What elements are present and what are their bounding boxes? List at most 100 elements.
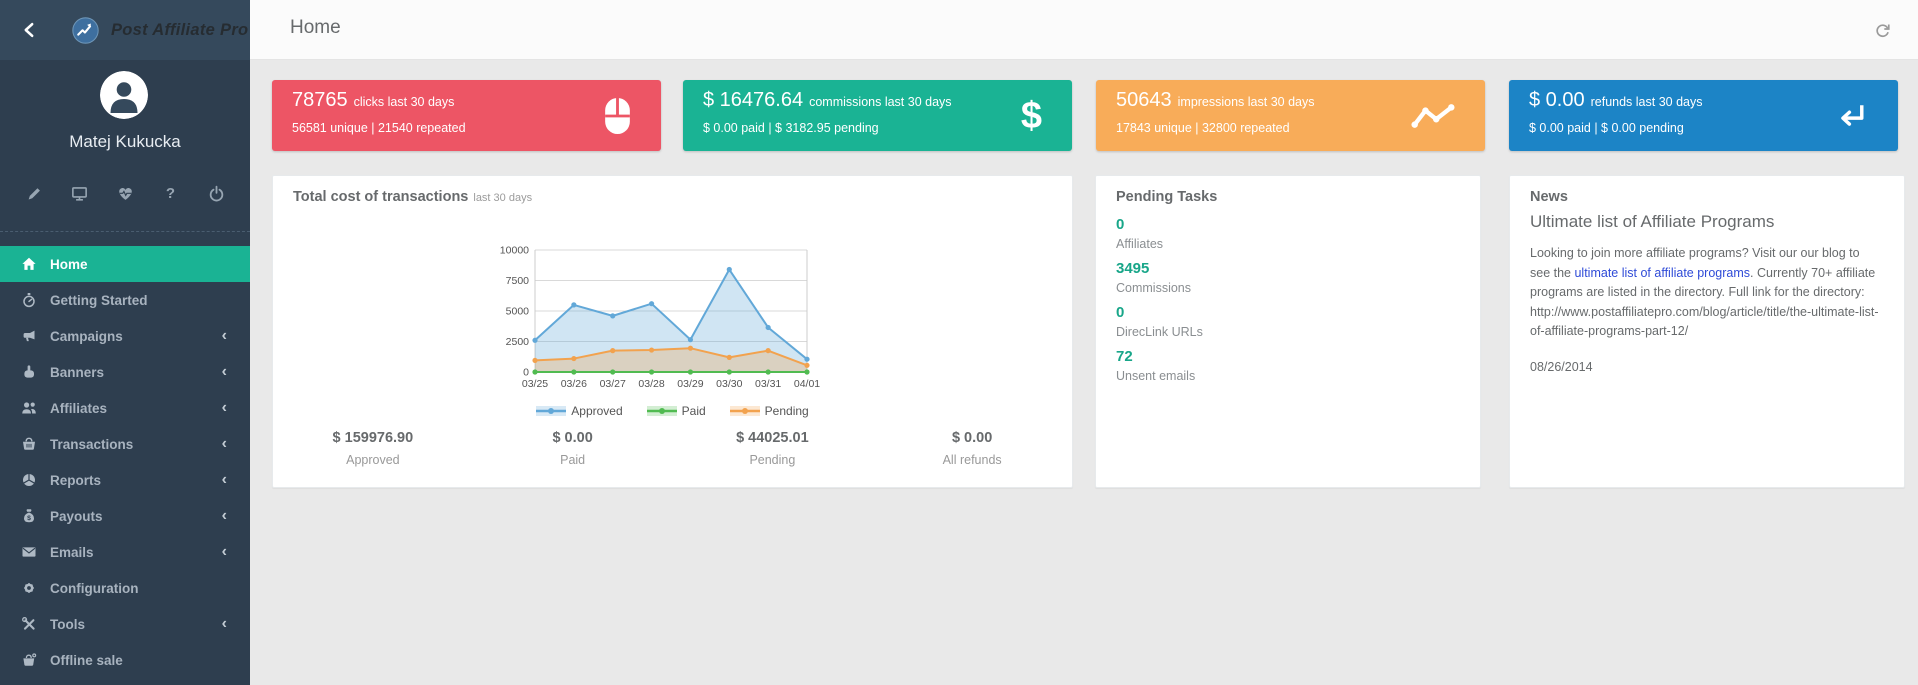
task-value-commissions[interactable]: 3495 <box>1116 260 1203 277</box>
legend-label: Pending <box>765 404 809 418</box>
summary-paid: $ 0.00 Paid <box>473 430 673 467</box>
refresh-button[interactable] <box>1872 20 1892 40</box>
svg-text:03/30: 03/30 <box>716 378 742 390</box>
task-value-direclink-urls[interactable]: 0 <box>1116 304 1203 321</box>
task-value-unsent-emails[interactable]: 72 <box>1116 348 1203 365</box>
desktop-button[interactable] <box>70 183 90 203</box>
panel-title: Total cost of transactionslast 30 days <box>293 189 532 205</box>
user-toolbar: ? <box>0 183 250 203</box>
task-label: Commissions <box>1116 281 1203 295</box>
card-value-line: $ 0.00refunds last 30 days <box>1529 89 1702 112</box>
sidebar-item-label: Emails <box>50 545 94 560</box>
transactions-summary: $ 159976.90 Approved $ 0.00 Paid $ 44025… <box>273 430 1072 467</box>
pencil-icon <box>26 185 43 202</box>
brand-name: Post Affiliate Pro <box>111 21 248 40</box>
app-root: Post Affiliate Pro Matej Kukucka <box>0 0 1918 685</box>
news-date: 08/26/2014 <box>1530 358 1882 378</box>
impressions-card[interactable]: 50643impressions last 30 days 17843 uniq… <box>1096 80 1485 151</box>
commissions-card[interactable]: $ 16476.64 commissions last 30 days $ 0.0… <box>683 80 1072 151</box>
summary-value: $ 0.00 <box>473 430 673 446</box>
task-label: Affiliates <box>1116 237 1203 251</box>
card-value: $ 16476.64 <box>703 89 803 111</box>
news-body: Looking to join more affiliate programs?… <box>1530 244 1882 377</box>
svg-text:$: $ <box>27 515 31 522</box>
sidebar-header: Post Affiliate Pro <box>0 0 250 60</box>
sidebar-item-label: Tools <box>50 617 85 632</box>
user-icon <box>100 71 148 119</box>
sidebar-item-campaigns[interactable]: Campaigns ‹ <box>0 318 250 354</box>
logout-button[interactable] <box>206 183 226 203</box>
transactions-panel: Total cost of transactionslast 30 days 0… <box>272 175 1073 488</box>
card-label: commissions last 30 days <box>809 95 951 109</box>
summary-all-refunds: $ 0.00 All refunds <box>872 430 1072 467</box>
legend-swatch-icon <box>730 405 760 417</box>
summary-value: $ 159976.90 <box>273 430 473 446</box>
sidebar: Post Affiliate Pro Matej Kukucka <box>0 0 250 685</box>
sidebar-item-getting-started[interactable]: Getting Started <box>0 282 250 318</box>
svg-text:5000: 5000 <box>506 306 530 318</box>
submenu-chevron-icon: ‹ <box>222 401 227 415</box>
card-value-line: 78765clicks last 30 days <box>292 89 454 112</box>
sidebar-item-label: Affiliates <box>50 401 107 416</box>
collapse-sidebar-button[interactable] <box>14 12 44 48</box>
sidebar-item-transactions[interactable]: Transactions ‹ <box>0 426 250 462</box>
clicks-card[interactable]: 78765clicks last 30 days 56581 unique | … <box>272 80 661 151</box>
legend-swatch-icon <box>647 405 677 417</box>
submenu-chevron-icon: ‹ <box>222 473 227 487</box>
legend-item-approved: Approved <box>536 404 622 418</box>
svg-text:03/29: 03/29 <box>677 378 703 390</box>
page-title: Home <box>290 17 341 39</box>
transactions-chart: 02500500075001000003/2503/2603/2703/2803… <box>495 240 825 402</box>
panel-title: Pending Tasks <box>1116 189 1217 205</box>
summary-value: $ 44025.01 <box>673 430 873 446</box>
news-link[interactable]: ultimate list of affiliate programs <box>1574 266 1750 280</box>
stopwatch-icon <box>21 292 37 308</box>
sidebar-item-emails[interactable]: Emails ‹ <box>0 534 250 570</box>
news-heading: Ultimate list of Affiliate Programs <box>1530 212 1774 232</box>
sidebar-item-tools[interactable]: Tools ‹ <box>0 606 250 642</box>
avatar <box>100 71 148 119</box>
submenu-chevron-icon: ‹ <box>222 329 227 343</box>
trend-icon <box>1411 102 1455 130</box>
heartbeat-icon <box>117 185 134 202</box>
sidebar-item-label: Offline sale <box>50 653 123 668</box>
heartbeat-button[interactable] <box>115 183 135 203</box>
sidebar-item-reports[interactable]: Reports ‹ <box>0 462 250 498</box>
chart-legend: Approved Paid Pending <box>273 404 1072 418</box>
svg-text:2500: 2500 <box>506 336 530 348</box>
sidebar-item-configuration[interactable]: Configuration <box>0 570 250 606</box>
app-logo: Post Affiliate Pro <box>72 17 248 44</box>
card-value: 78765 <box>292 89 348 111</box>
legend-item-pending: Pending <box>730 404 809 418</box>
svg-text:03/26: 03/26 <box>561 378 587 390</box>
news-panel: News Ultimate list of Affiliate Programs… <box>1509 175 1905 488</box>
sidebar-item-offline-sale[interactable]: Offline sale <box>0 642 250 678</box>
home-icon <box>21 256 37 272</box>
task-value-affiliates[interactable]: 0 <box>1116 216 1203 233</box>
sidebar-item-banners[interactable]: Banners ‹ <box>0 354 250 390</box>
pending-tasks-list: 0 Affiliates 3495 Commissions 0 DirecLin… <box>1116 216 1203 392</box>
svg-text:10000: 10000 <box>500 245 529 257</box>
card-subtext: 56581 unique | 21540 repeated <box>292 121 466 135</box>
hand-pointer-icon <box>21 364 37 380</box>
legend-label: Paid <box>682 404 706 418</box>
sidebar-menu: Home Getting Started Campaigns ‹ <box>0 246 250 678</box>
pending-tasks-panel: Pending Tasks 0 Affiliates 3495 Commissi… <box>1095 175 1481 488</box>
card-subtext: $ 0.00 paid | $ 3182.95 pending <box>703 121 879 135</box>
gear-icon <box>21 580 37 596</box>
sidebar-item-payouts[interactable]: $ Payouts ‹ <box>0 498 250 534</box>
card-value-line: $ 16476.64 commissions last 30 days <box>703 89 952 112</box>
refunds-card[interactable]: $ 0.00refunds last 30 days $ 0.00 paid |… <box>1509 80 1898 151</box>
sidebar-item-home[interactable]: Home <box>0 246 250 282</box>
svg-text:7500: 7500 <box>506 275 530 287</box>
power-icon <box>208 185 225 202</box>
edit-profile-button[interactable] <box>24 183 44 203</box>
users-icon <box>21 400 37 416</box>
submenu-chevron-icon: ‹ <box>222 365 227 379</box>
sidebar-divider <box>0 231 250 232</box>
pie-chart-icon <box>21 472 37 488</box>
help-button[interactable]: ? <box>161 183 181 203</box>
summary-value: $ 0.00 <box>872 430 1072 446</box>
legend-label: Approved <box>571 404 622 418</box>
sidebar-item-affiliates[interactable]: Affiliates ‹ <box>0 390 250 426</box>
